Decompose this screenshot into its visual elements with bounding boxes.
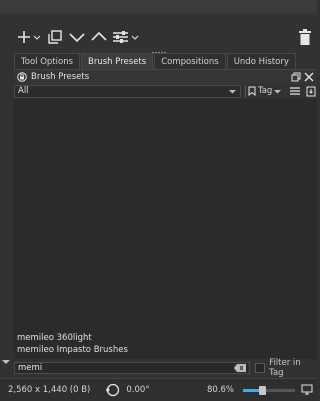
search-row: memi Filter in Tag (14, 358, 317, 378)
lock-icon (17, 72, 27, 82)
view-options-button[interactable] (289, 85, 301, 97)
move-down-button[interactable] (68, 27, 86, 47)
clear-search-button[interactable] (234, 363, 247, 375)
docker-tabs: Tool Options Brush Presets Compositions … (14, 53, 297, 69)
chevron-down-icon (228, 88, 236, 98)
add-preset-button[interactable] (16, 27, 42, 47)
monitor-icon (301, 384, 313, 395)
tab-brush-presets[interactable]: Brush Presets (81, 53, 154, 69)
chevron-down-icon (274, 89, 282, 93)
zoom-slider-handle[interactable] (259, 386, 266, 395)
search-value: memi (18, 362, 43, 373)
chevron-down-icon (2, 360, 10, 364)
copy-preset-button[interactable] (46, 27, 64, 47)
rotate-icon (106, 383, 120, 397)
float-docker-button[interactable] (290, 71, 302, 83)
image-size-readout: 2,560 x 1,440 (0 B) (8, 385, 91, 395)
zoom-readout: 80.6% (207, 385, 235, 395)
list-item[interactable]: memileo Impasto Brushes (17, 345, 128, 355)
rotation-control[interactable]: 0.00° (106, 383, 150, 397)
filter-row: All Tag (14, 84, 317, 98)
filter-selected-value: All (18, 86, 29, 96)
resource-filter-select[interactable]: All (14, 84, 241, 98)
move-up-button[interactable] (90, 27, 108, 47)
clear-icon (234, 363, 247, 372)
chevron-up-icon (91, 31, 107, 41)
filter-in-tag-checkbox[interactable] (255, 362, 266, 373)
import-icon (306, 86, 316, 96)
plus-icon (18, 31, 41, 43)
display-button[interactable] (301, 384, 313, 398)
collapse-arrow[interactable] (2, 358, 10, 366)
close-docker-button[interactable] (303, 71, 315, 83)
copy-icon (48, 30, 62, 44)
tab-undo-history[interactable]: Undo History (226, 53, 296, 69)
tag-button[interactable]: Tag (244, 84, 282, 98)
list-item[interactable]: memileo 360light (17, 333, 92, 343)
sliders-icon (113, 31, 139, 43)
bookmark-icon (248, 86, 256, 96)
preset-name: memileo 360light (17, 333, 92, 343)
docker-header: Brush Presets (14, 69, 317, 84)
zoom-slider[interactable] (243, 386, 295, 395)
docker-title: Brush Presets (31, 72, 90, 82)
settings-button[interactable] (112, 27, 140, 47)
tab-label: Undo History (233, 56, 289, 67)
trash-icon (299, 29, 311, 45)
tab-tool-options[interactable]: Tool Options (14, 53, 81, 69)
tag-label: Tag (257, 86, 273, 96)
tab-label: Brush Presets (88, 56, 147, 67)
preset-name: memileo Impasto Brushes (17, 345, 128, 355)
preset-list[interactable]: memileo 360light memileo Impasto Brushes (14, 99, 317, 359)
rotation-readout: 0.00° (126, 385, 150, 395)
tab-label: Tool Options (21, 56, 74, 67)
close-icon (304, 72, 314, 82)
top-stripe-1 (0, 0, 317, 14)
lock-docker-button[interactable] (16, 71, 28, 83)
filter-in-tag-label: Filter in Tag (269, 357, 301, 378)
tab-compositions[interactable]: Compositions (154, 53, 226, 69)
chevron-down-icon (69, 33, 85, 43)
delete-preset-button[interactable] (297, 27, 313, 47)
top-strip-2 (0, 13, 317, 25)
status-bar: 2,560 x 1,440 (0 B) 0.00° 80.6% (0, 378, 317, 401)
menu-icon (290, 87, 301, 95)
tab-label: Compositions (161, 56, 219, 67)
import-button[interactable] (305, 85, 317, 97)
search-input[interactable]: memi (14, 361, 251, 375)
float-icon (291, 72, 301, 82)
drag-grip[interactable] (152, 47, 166, 54)
